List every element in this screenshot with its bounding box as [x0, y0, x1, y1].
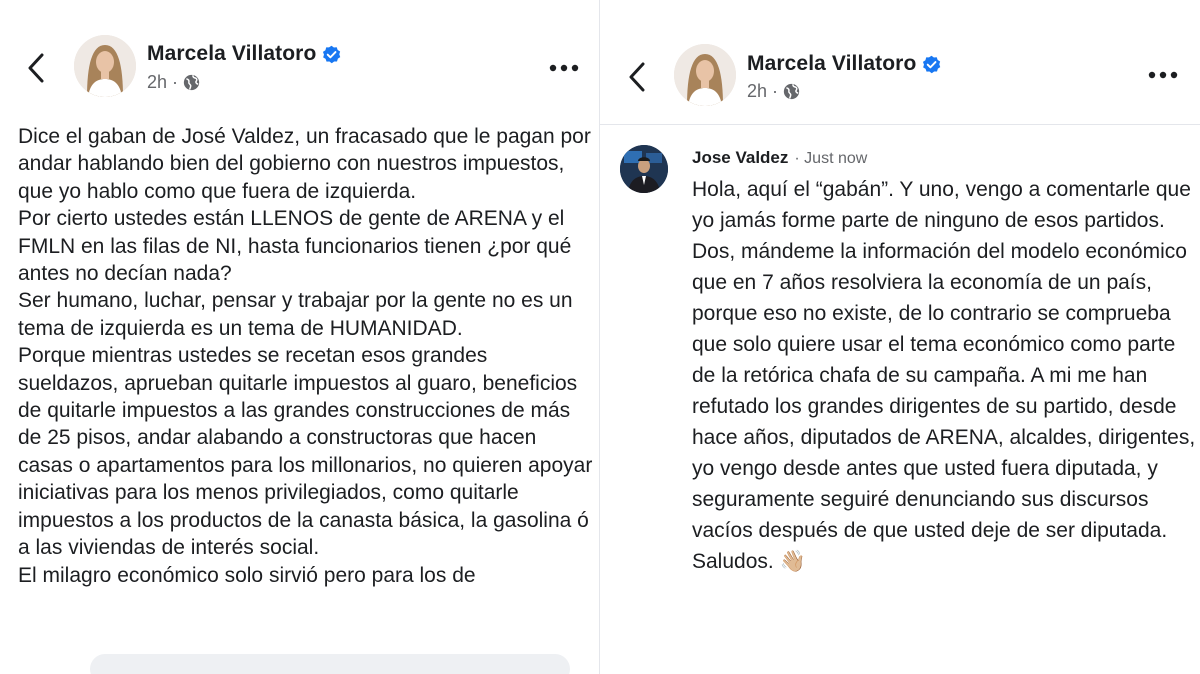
commenter-avatar[interactable]: [620, 145, 668, 193]
commenter-photo-icon: [620, 145, 668, 193]
right-comment-screenshot: Marcela Villatoro 2h · Jose Valdez · Jus…: [600, 0, 1200, 674]
header-divider: [600, 124, 1200, 125]
comment-header: Jose Valdez · Just now: [692, 148, 867, 168]
post-meta: 2h ·: [147, 72, 200, 93]
comment-time[interactable]: · Just now: [794, 150, 867, 168]
post-meta: 2h ·: [747, 81, 800, 102]
bottom-bar: [90, 654, 570, 674]
comment-body: Hola, aquí el “gabán”. Y uno, vengo a co…: [692, 174, 1200, 577]
verified-badge-icon: [923, 55, 941, 73]
comment-text: Hola, aquí el “gabán”. Y uno, vengo a co…: [692, 178, 1196, 573]
author-row: Marcela Villatoro: [747, 52, 941, 76]
post-paragraph: Dice el gaban de José Valdez, un fracasa…: [18, 125, 591, 203]
avatar[interactable]: [74, 35, 136, 97]
back-chevron-icon[interactable]: [25, 52, 47, 84]
left-post-screenshot: Marcela Villatoro 2h · Dice el gaban de …: [0, 0, 600, 674]
post-time[interactable]: 2h: [747, 81, 767, 102]
post-paragraph: Por cierto ustedes están LLENOS de gente…: [18, 207, 572, 286]
globe-icon: [183, 74, 200, 91]
avatar[interactable]: [674, 44, 736, 106]
profile-photo-icon: [674, 44, 736, 106]
verified-badge-icon: [323, 45, 341, 63]
post-paragraph: Ser humano, luchar, pensar y trabajar po…: [18, 289, 573, 340]
post-time[interactable]: 2h: [147, 72, 167, 93]
meta-separator: ·: [772, 81, 779, 101]
waving-hand-emoji: 👋🏼: [779, 550, 806, 573]
more-options-icon[interactable]: [548, 63, 580, 73]
post-body: Dice el gaban de José Valdez, un fracasa…: [18, 123, 593, 589]
more-options-icon[interactable]: [1147, 70, 1179, 80]
author-row: Marcela Villatoro: [147, 42, 341, 66]
post-paragraph: El milagro económico solo sirvió pero pa…: [18, 563, 476, 587]
meta-separator: ·: [172, 72, 179, 92]
author-name[interactable]: Marcela Villatoro: [747, 52, 916, 76]
profile-photo-icon: [74, 35, 136, 97]
post-paragraph: Porque mientras ustedes se recetan esos …: [18, 344, 593, 560]
back-chevron-icon[interactable]: [626, 61, 648, 93]
author-name[interactable]: Marcela Villatoro: [147, 42, 316, 66]
commenter-name[interactable]: Jose Valdez: [692, 148, 788, 168]
globe-icon: [783, 83, 800, 100]
